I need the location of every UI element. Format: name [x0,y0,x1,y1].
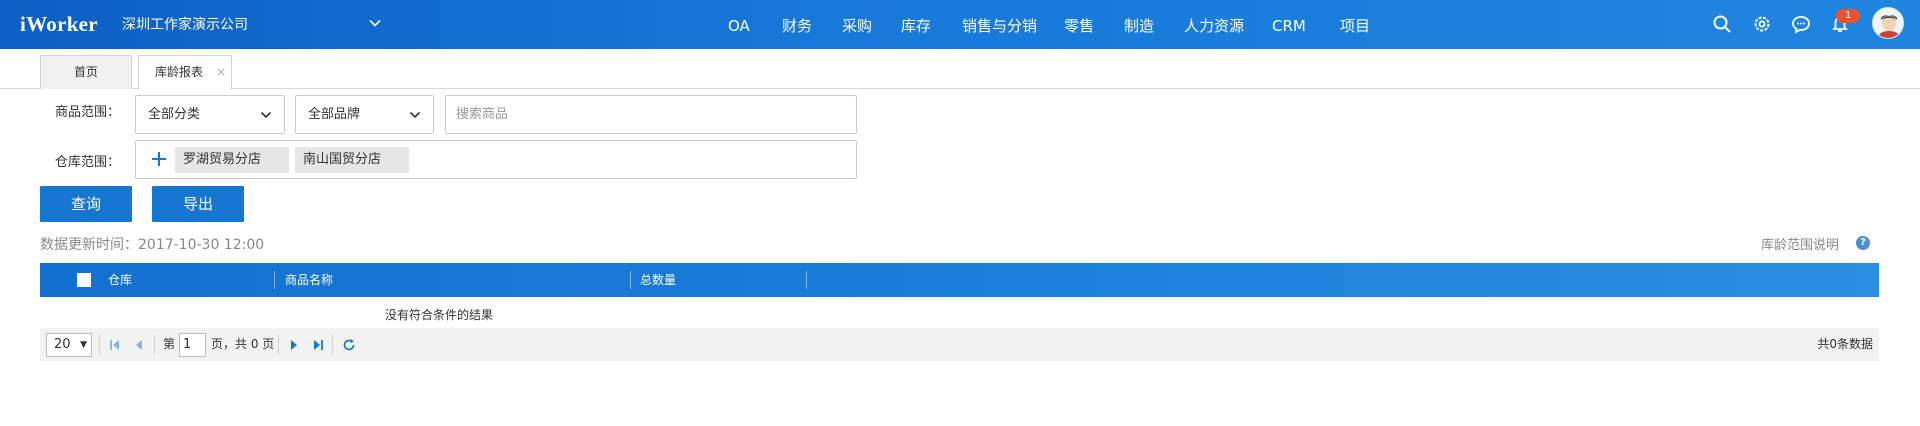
age-range-help-link[interactable]: 库龄范围说明 [1761,234,1839,253]
chevron-down-icon [409,111,421,119]
next-page-icon[interactable] [287,338,301,352]
column-header-warehouse[interactable]: 仓库 [108,263,132,297]
company-selector[interactable]: 深圳工作家演示公司 [122,14,248,34]
first-page-icon[interactable] [108,338,122,352]
page-size-select[interactable]: 20 ▼ [46,333,92,357]
column-divider [806,271,807,289]
warehouse-range-label: 仓库范围： [55,155,121,170]
brand-select[interactable]: 全部品牌 [295,95,434,134]
category-select[interactable]: 全部分类 [135,95,285,134]
gear-icon[interactable] [1752,14,1772,34]
export-button[interactable]: 导出 [152,186,244,222]
page-prefix: 第 [163,337,176,351]
category-select-value: 全部分类 [148,107,201,122]
page-count-text: 页，共 0 页 [211,337,275,351]
tab-inventory-age-report[interactable]: 库龄报表 × [138,55,232,90]
nav-item-retail[interactable]: 零售 [1064,0,1094,49]
tab-label: 库龄报表 [155,65,204,79]
warehouse-chip[interactable]: 南山国贸分店 [295,147,409,173]
user-avatar[interactable] [1872,7,1904,39]
product-search-input[interactable]: 搜索商品 [445,95,857,134]
plus-icon[interactable] [150,150,168,168]
nav-item-project[interactable]: 项目 [1340,0,1370,49]
warehouse-selector[interactable]: 罗湖贸易分店 南山国贸分店 [135,140,857,179]
refresh-icon[interactable] [342,338,356,352]
app-logo[interactable]: iWorker [20,12,98,37]
nav-item-inventory[interactable]: 库存 [901,0,931,49]
page-size-value: 20 [54,337,71,352]
tab-home[interactable]: 首页 [40,55,132,89]
query-button[interactable]: 查询 [40,186,132,222]
pagination-bar: 20 ▼ 第 1 页，共 0 页 共0条数据 [40,328,1879,361]
nav-item-manufacturing[interactable]: 制造 [1124,0,1154,49]
tab-strip: 首页 库龄报表 × [0,49,1920,90]
product-range-label: 商品范围： [55,105,121,120]
empty-result-message: 没有符合条件的结果 [385,308,494,322]
last-page-icon[interactable] [311,338,325,352]
column-header-product-name[interactable]: 商品名称 [285,263,333,297]
top-navigation-bar: iWorker 深圳工作家演示公司 OA 财务 采购 库存 销售与分销 零售 制… [0,0,1920,49]
column-divider [630,271,631,289]
pager-divider [99,335,100,355]
chevron-down-icon[interactable] [368,16,382,30]
nav-item-sales-distribution[interactable]: 销售与分销 [962,0,1037,49]
table-header: 仓库 商品名称 总数量 [40,263,1879,297]
nav-item-crm[interactable]: CRM [1272,0,1306,49]
brand-select-value: 全部品牌 [308,107,361,122]
pager-divider [278,335,279,355]
nav-item-finance[interactable]: 财务 [782,0,812,49]
select-all-checkbox[interactable] [77,273,91,287]
column-divider [274,271,275,289]
pager-divider [332,335,333,355]
chevron-down-icon [260,111,272,119]
data-update-time: 数据更新时间：2017-10-30 12:00 [40,237,265,253]
pager-divider [154,335,155,355]
close-icon[interactable]: × [216,56,226,89]
caret-down-icon: ▼ [80,340,87,350]
nav-item-purchase[interactable]: 采购 [842,0,872,49]
avatar-portrait-icon [1873,8,1903,38]
notification-badge: 1 [1836,9,1860,23]
search-icon[interactable] [1712,14,1732,34]
prev-page-icon[interactable] [132,338,146,352]
help-icon[interactable]: ? [1856,236,1870,250]
nav-item-hr[interactable]: 人力资源 [1184,0,1244,49]
page-number-input[interactable]: 1 [179,333,206,357]
column-header-total-quantity[interactable]: 总数量 [640,263,676,297]
total-records: 共0条数据 [1817,337,1873,351]
warehouse-chip[interactable]: 罗湖贸易分店 [175,147,289,173]
nav-item-oa[interactable]: OA [728,0,750,49]
chat-icon[interactable] [1791,14,1811,34]
